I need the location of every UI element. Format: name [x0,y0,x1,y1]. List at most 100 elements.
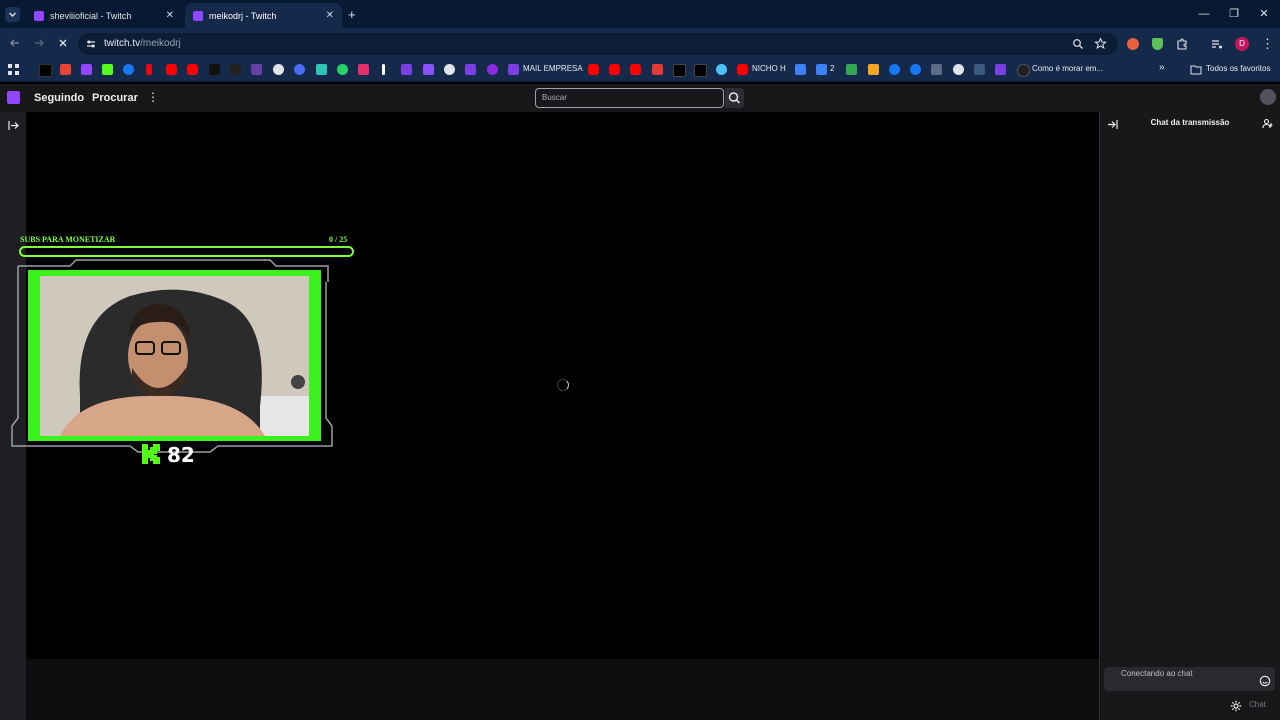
gmail-bookmark-icon[interactable] [60,64,71,75]
site-info-button[interactable] [85,38,97,50]
tab-title: sheviiioficial - Twitch [50,10,132,21]
purple-bookmark-icon[interactable] [401,64,412,75]
search-button[interactable] [725,88,744,108]
bookmark-star-button[interactable] [1094,37,1107,50]
x-bookmark-icon[interactable] [39,64,52,77]
twitch-logo-icon[interactable] [7,91,20,104]
r-bookmark-icon[interactable] [294,64,305,75]
blue-bookmark-icon[interactable] [816,64,827,75]
instagram-bookmark-icon[interactable] [358,64,369,75]
purple-bookmark-icon[interactable] [423,64,434,75]
webcam-feed [40,276,309,436]
netflix-bookmark-icon[interactable] [146,64,152,75]
back-button[interactable] [9,37,21,49]
apps-button[interactable] [8,64,19,75]
tiktok-bookmark-icon[interactable] [673,64,686,77]
window-close-button[interactable]: ✕ [1256,6,1272,22]
tiktok-bookmark-icon[interactable] [694,64,707,77]
shield-extension-icon[interactable] [1152,38,1163,50]
sheets-bookmark-icon[interactable] [846,64,857,75]
dark-bookmark-icon[interactable] [974,64,985,75]
nav-following[interactable]: Seguindo [34,92,84,104]
search-input[interactable]: Buscar [535,88,724,108]
emote-picker-button[interactable] [1259,675,1271,687]
youtube-bookmark-icon[interactable] [630,64,641,75]
chat-bookmark-icon[interactable] [316,64,327,75]
tab-meikodrj[interactable]: meikodrj - Twitch ✕ [185,3,342,28]
minimize-button[interactable]: — [1196,6,1212,22]
bookmark-nicho-h[interactable]: NICHO H [752,64,786,73]
mail-empresa-icon[interactable] [508,64,519,75]
tab-sheviiioficial[interactable]: sheviiioficial - Twitch ✕ [26,3,182,28]
extension-icon[interactable] [1127,38,1139,50]
youtube-bookmark-icon[interactable] [166,64,177,75]
forward-button[interactable] [33,37,45,49]
stream-bookmark-icon[interactable] [251,64,262,75]
subs-goal-label: SUBS PARA MONETIZAR [20,235,116,244]
new-tab-button[interactable]: + [348,7,356,22]
capcut-bookmark-icon[interactable] [230,64,241,75]
facebook-bookmark-icon[interactable] [123,64,134,75]
chat-send-button[interactable]: Chat [1249,700,1266,709]
close-icon[interactable]: ✕ [326,10,334,21]
nicho-h-icon[interactable] [737,64,748,75]
tune-icon [87,40,95,48]
user-avatar[interactable] [1260,89,1276,105]
youtube-bookmark-icon[interactable] [187,64,198,75]
expand-sidebar-button[interactable] [8,120,19,131]
community-button[interactable] [1262,118,1274,130]
bookmarks-overflow-button[interactable]: » [1159,62,1165,73]
youtube-bookmark-icon[interactable] [609,64,620,75]
arrow-left-icon [10,39,19,47]
blue-bookmark-icon[interactable] [795,64,806,75]
channel-info-area [26,659,1099,720]
globe-bookmark-icon[interactable] [953,64,964,75]
url-path: /meikodrj [140,38,181,49]
bookmark-mail-empresa[interactable]: MAIL EMPRESA [523,64,583,73]
s-bookmark-icon[interactable] [716,64,727,75]
address-bar[interactable] [78,33,1118,55]
magnifier-icon [1073,39,1083,49]
red-bookmark-icon[interactable] [652,64,663,75]
zoom-button[interactable] [1072,38,1084,50]
circle-bookmark-icon[interactable] [273,64,284,75]
stop-loading-button[interactable] [57,37,69,49]
kick-dark-bookmark-icon[interactable] [209,64,220,75]
close-icon[interactable]: ✕ [166,10,174,21]
more-options-icon[interactable]: ⋮ [147,90,159,104]
youtube-bookmark-icon[interactable] [588,64,599,75]
chat-settings-button[interactable] [1230,700,1242,712]
subs-goal-count: 0 / 25 [329,235,348,244]
smiley-icon [1259,675,1271,687]
chat-panel [1099,112,1280,720]
browser-menu-icon[interactable]: ⋮ [1261,36,1274,52]
meta-bookmark-icon[interactable] [910,64,921,75]
restore-button[interactable]: ❐ [1226,6,1242,22]
globe-bookmark-icon[interactable] [444,64,455,75]
gray-bookmark-icon[interactable] [931,64,942,75]
url-text[interactable]: twitch.tv/meikodrj [104,38,181,49]
whatsapp-bookmark-icon[interactable] [337,64,348,75]
nav-browse[interactable]: Procurar [92,92,138,104]
g-bookmark-icon[interactable] [1017,64,1030,77]
purple-bookmark-icon[interactable] [995,64,1006,75]
divider-bookmark-icon[interactable] [382,64,385,75]
kick-logo-icon [142,444,160,464]
chevron-down-icon [9,12,16,17]
media-control-button[interactable] [1211,38,1223,50]
extensions-button[interactable] [1176,38,1188,50]
purple-bookmark-icon[interactable] [465,64,476,75]
streamer-webcam-icon [40,276,309,436]
kick-bookmark-icon[interactable] [102,64,113,75]
profile-avatar[interactable]: D [1235,37,1249,51]
bookmark-two[interactable]: 2 [830,64,834,73]
c-bookmark-icon[interactable] [487,64,498,75]
bookmark-como-morar[interactable]: Como é morar em... [1032,64,1103,73]
twitch-bookmark-icon[interactable] [81,64,92,75]
twitch-favicon-icon [34,10,44,21]
twitch-favicon-icon [193,10,203,21]
meta-bookmark-icon[interactable] [889,64,900,75]
bookmark-todos-favoritos[interactable]: Todos os favoritos [1206,64,1270,73]
tab-search-button[interactable] [5,7,20,22]
orange-bookmark-icon[interactable] [868,64,879,75]
